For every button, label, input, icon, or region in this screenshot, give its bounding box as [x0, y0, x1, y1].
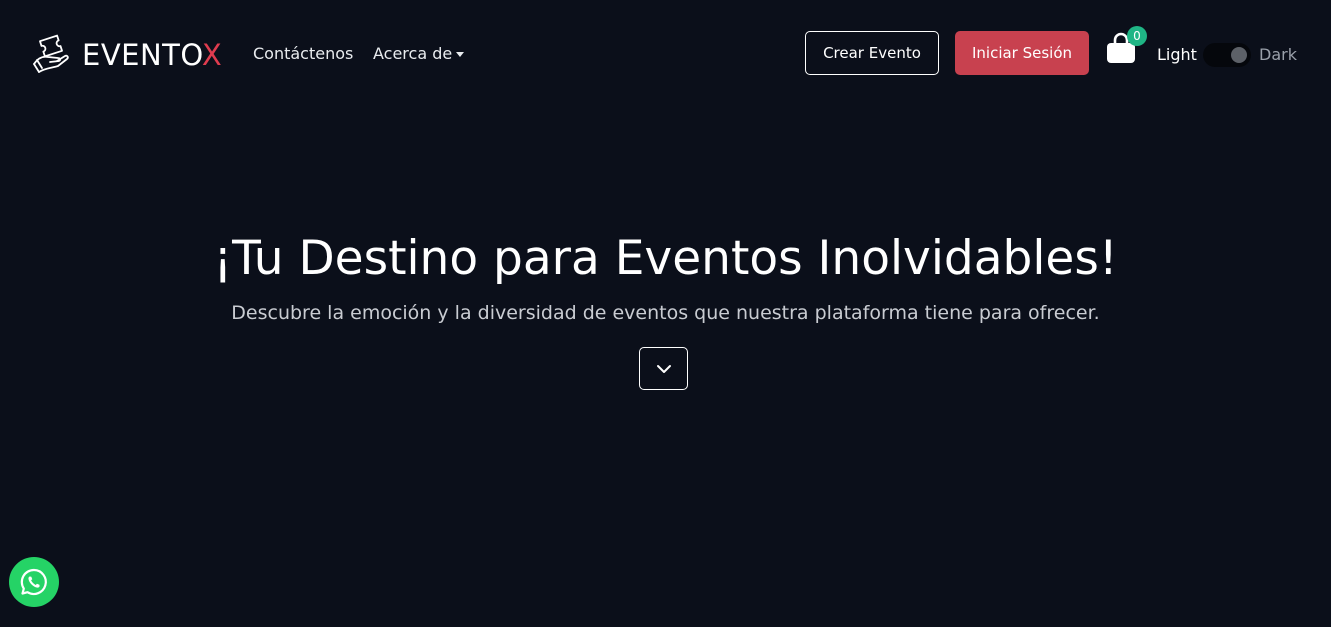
nav-contact-link[interactable]: Contáctenos [253, 44, 353, 64]
theme-light-label: Light [1157, 45, 1197, 64]
brand-name: EVENTOX [82, 37, 223, 72]
hand-ticket-logo-icon [33, 34, 69, 73]
nav-about-label: Acerca de [373, 44, 453, 63]
chevron-down-icon [656, 364, 671, 373]
whatsapp-icon [20, 568, 47, 596]
navbar: EVENTOX Contáctenos Acerca de Crear Even… [0, 0, 1331, 108]
caret-down-icon [456, 51, 465, 57]
theme-dark-label: Dark [1259, 45, 1297, 64]
create-event-button[interactable]: Crear Evento [805, 31, 939, 75]
nav-about-dropdown[interactable]: Acerca de [373, 44, 465, 64]
hero-title: ¡Tu Destino para Eventos Inolvidables! [213, 231, 1118, 286]
whatsapp-button[interactable] [9, 557, 59, 607]
login-button[interactable]: Iniciar Sesión [955, 31, 1089, 75]
brand-logo-link[interactable]: EVENTOX [30, 33, 222, 77]
brand-name-accent: X [201, 37, 223, 72]
theme-toggle-knob [1231, 47, 1247, 63]
theme-toggle[interactable] [1203, 43, 1251, 67]
brand-name-main: EVENTO [82, 37, 202, 72]
cart-count-badge: 0 [1127, 26, 1147, 46]
cart-button[interactable]: 0 [1106, 26, 1147, 66]
scroll-down-button[interactable] [639, 347, 688, 390]
hero-subtitle: Descubre la emoción y la diversidad de e… [231, 302, 1100, 324]
